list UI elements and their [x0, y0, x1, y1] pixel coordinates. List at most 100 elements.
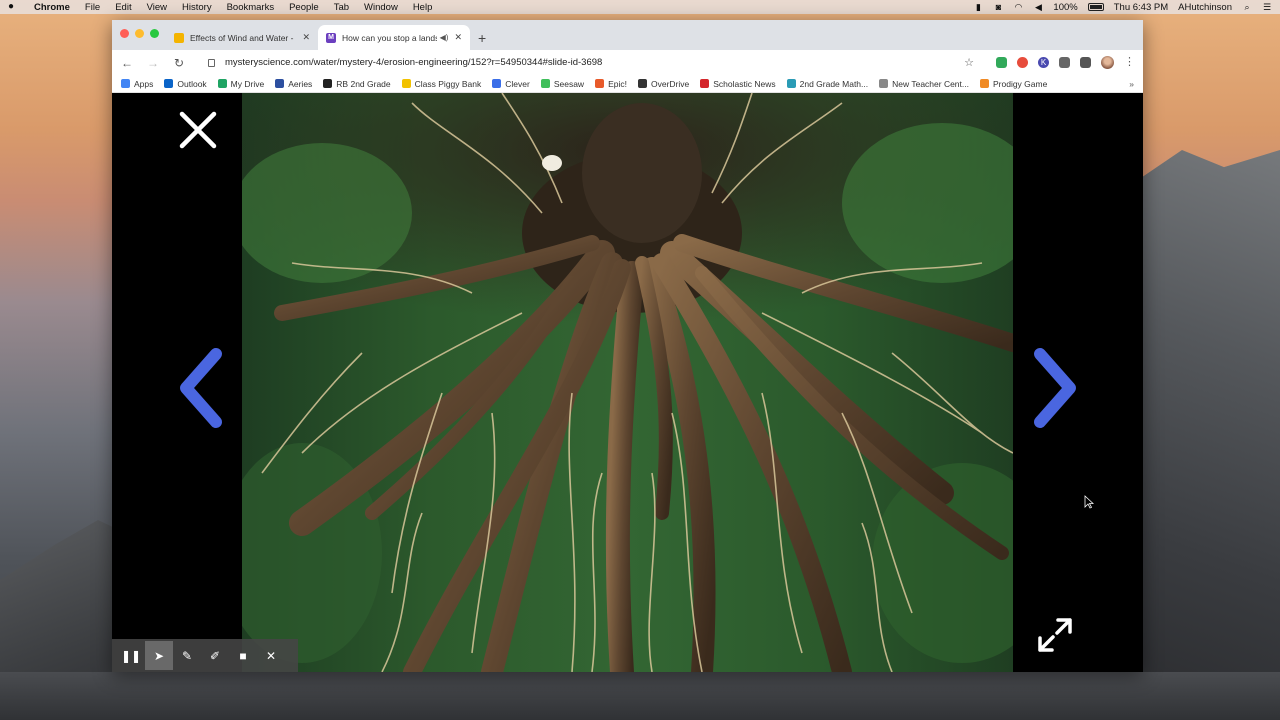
- menu-view[interactable]: View: [147, 2, 167, 13]
- bookmark-overdrive[interactable]: OverDrive: [637, 78, 690, 89]
- bookmark-2nd-grade-math[interactable]: 2nd Grade Math...: [786, 79, 868, 89]
- bookmark-scholastic-news[interactable]: Scholastic News: [700, 78, 776, 89]
- bookmark-favicon-icon: [595, 79, 605, 88]
- extension-record-icon[interactable]: [1017, 57, 1028, 68]
- lock-icon[interactable]: [208, 58, 215, 67]
- window-close-button[interactable]: [120, 29, 129, 38]
- notification-center-icon[interactable]: ☰: [1262, 2, 1272, 12]
- bookmark-label: Scholastic News: [713, 78, 776, 89]
- tab-effects-of-wind-and-water[interactable]: Effects of Wind and Water - G ✕: [166, 25, 318, 50]
- bookmark-favicon-icon: [492, 79, 502, 88]
- bookmark-label: Apps: [134, 78, 154, 89]
- forward-arrow-icon[interactable]: →: [146, 56, 160, 70]
- extension-k-icon[interactable]: K: [1038, 57, 1049, 68]
- menubar-clock[interactable]: Thu 6:43 PM: [1114, 2, 1168, 13]
- bookmark-label: Prodigy Game: [992, 78, 1048, 89]
- bookmark-aeries[interactable]: Aeries: [275, 79, 312, 89]
- new-tab-button[interactable]: +: [478, 31, 486, 45]
- bookmark-label: My Drive: [230, 78, 265, 89]
- bookmarks-overflow-chevron-icon[interactable]: »: [1129, 79, 1134, 89]
- volume-icon[interactable]: ◀: [1033, 2, 1043, 12]
- menu-help[interactable]: Help: [413, 2, 433, 13]
- menu-tab[interactable]: Tab: [334, 2, 349, 13]
- bookmark-clever[interactable]: Clever: [492, 79, 530, 89]
- back-arrow-icon[interactable]: ←: [120, 56, 134, 70]
- window-zoom-button[interactable]: [150, 29, 159, 38]
- menu-edit[interactable]: Edit: [115, 2, 131, 13]
- wallpaper-rock-bottom: [0, 672, 1280, 720]
- mouse-cursor-icon: [1084, 495, 1094, 509]
- pause-icon[interactable]: ❚❚: [117, 641, 145, 670]
- address-url[interactable]: mysteryscience.com/water/mystery-4/erosi…: [225, 57, 964, 68]
- bookmark-favicon-icon: [637, 79, 647, 88]
- screen-record-icon[interactable]: ◙: [993, 2, 1003, 12]
- menubar-user[interactable]: AHutchinson: [1178, 2, 1232, 13]
- camera-icon[interactable]: ■: [229, 641, 257, 670]
- spotlight-search-icon[interactable]: ⌕: [1242, 2, 1252, 12]
- menu-history[interactable]: History: [182, 2, 212, 13]
- bookmark-favicon-icon: [275, 79, 285, 88]
- reading-list-icon[interactable]: [1080, 57, 1091, 68]
- bookmark-new-teacher-cent[interactable]: New Teacher Cent...: [879, 79, 969, 89]
- extensions-puzzle-icon[interactable]: [1059, 57, 1070, 68]
- bookmark-favicon-icon: [786, 79, 796, 88]
- bookmark-label: Clever: [505, 78, 530, 89]
- bookmark-favicon-icon: [217, 79, 227, 88]
- browser-toolbar: ← → ↻ mysteryscience.com/water/mystery-4…: [112, 50, 1143, 75]
- reload-icon[interactable]: ↻: [172, 56, 186, 70]
- close-slide-icon[interactable]: [178, 110, 218, 150]
- tab-close-icon[interactable]: ✕: [454, 32, 462, 43]
- bookmark-my-drive[interactable]: My Drive: [217, 78, 265, 89]
- pointer-icon[interactable]: ➤: [145, 641, 173, 670]
- bookmark-favicon-icon: [540, 79, 550, 88]
- extension-green-icon[interactable]: [996, 57, 1007, 68]
- menu-people[interactable]: People: [289, 2, 319, 13]
- bookmark-favicon-icon: [700, 79, 710, 88]
- close-icon[interactable]: ✕: [257, 641, 285, 670]
- bookmark-label: Outlook: [177, 78, 207, 89]
- tab-close-icon[interactable]: ✕: [302, 32, 310, 43]
- tab-title: How can you stop a landsl: [342, 32, 437, 43]
- tab-title: Effects of Wind and Water - G: [190, 32, 297, 43]
- profile-avatar[interactable]: [1101, 56, 1114, 69]
- wifi-icon[interactable]: ◠: [1013, 2, 1023, 12]
- menu-window[interactable]: Window: [364, 2, 398, 13]
- bookmark-class-piggy-bank[interactable]: Class Piggy Bank: [401, 79, 481, 89]
- bookmark-label: OverDrive: [650, 78, 690, 89]
- tab-audio-icon[interactable]: ◀): [440, 33, 449, 42]
- bookmark-favicon-icon: [401, 79, 411, 88]
- slide-photo-plant-roots: [242, 93, 1013, 672]
- window-minimize-button[interactable]: [135, 29, 144, 38]
- previous-slide-arrow-icon[interactable]: [176, 348, 226, 428]
- bookmark-label: New Teacher Cent...: [892, 78, 969, 89]
- bookmark-apps[interactable]: Apps: [121, 79, 153, 89]
- menubar-status-area: ▮ ◙ ◠ ◀ 100% Thu 6:43 PM AHutchinson ⌕ ☰: [973, 2, 1272, 13]
- bookmark-seesaw[interactable]: Seesaw: [540, 79, 584, 89]
- menu-bookmarks[interactable]: Bookmarks: [227, 2, 275, 13]
- window-controls: [120, 29, 159, 38]
- highlighter-icon[interactable]: ✐: [201, 641, 229, 670]
- microphone-icon[interactable]: ▮: [973, 2, 983, 12]
- next-slide-arrow-icon[interactable]: [1030, 348, 1080, 428]
- battery-percent: 100%: [1053, 1, 1078, 13]
- apple-icon[interactable]: ●: [8, 2, 18, 12]
- pen-icon[interactable]: ✎: [173, 641, 201, 670]
- tab-strip: Effects of Wind and Water - G ✕ M How ca…: [112, 20, 1143, 50]
- macos-menubar: ● Chrome File Edit View History Bookmark…: [0, 0, 1280, 14]
- address-bar[interactable]: mysteryscience.com/water/mystery-4/erosi…: [198, 53, 984, 72]
- bookmark-prodigy-game[interactable]: Prodigy Game: [979, 78, 1048, 89]
- menu-file[interactable]: File: [85, 2, 100, 13]
- chrome-menu-icon[interactable]: ⋮: [1124, 57, 1135, 68]
- wallpaper-rock-right: [1140, 150, 1280, 720]
- bookmark-favicon-icon: [164, 79, 174, 88]
- bookmark-favicon-icon: [879, 79, 889, 88]
- bookmark-label: RB 2nd Grade: [336, 78, 391, 89]
- bookmark-star-icon[interactable]: ☆: [964, 56, 974, 69]
- bookmark-rb-2nd-grade[interactable]: RB 2nd Grade: [323, 78, 391, 89]
- tab-how-can-you-stop-a-landslide[interactable]: M How can you stop a landsl ◀) ✕: [318, 25, 470, 50]
- bookmark-epic[interactable]: Epic!: [595, 79, 627, 89]
- bookmark-outlook[interactable]: Outlook: [164, 78, 207, 89]
- menu-app-name[interactable]: Chrome: [34, 2, 70, 13]
- fullscreen-expand-icon[interactable]: [1036, 616, 1074, 654]
- battery-icon[interactable]: [1087, 3, 1104, 11]
